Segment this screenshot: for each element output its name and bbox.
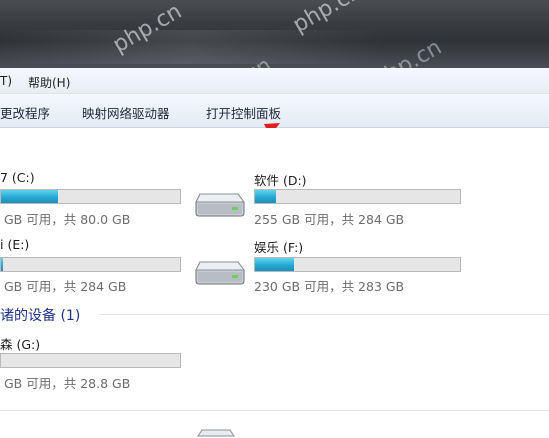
drive-usage-fill <box>1 258 3 271</box>
menu-tools[interactable]: T) <box>0 74 12 88</box>
drive-usage-fill <box>1 190 59 203</box>
window-title-bar <box>0 0 549 68</box>
drive-space-info: GB 可用，共 28.8 GB <box>4 376 131 391</box>
drive-usage-bar <box>0 189 181 204</box>
drive-usage-fill <box>255 258 294 271</box>
drive-icon-partial <box>197 429 235 437</box>
drive-space-info: GB 可用，共 80.0 GB <box>4 212 131 227</box>
removable-storage-heading[interactable]: 诸的设备 (1) <box>0 305 80 325</box>
drive-usage-bar <box>0 353 181 368</box>
drive-usage-bar <box>254 189 461 204</box>
change-program-button[interactable]: 更改程序 <box>0 103 50 122</box>
drive-space-info: 230 GB 可用，共 283 GB <box>254 279 405 294</box>
map-network-drive-button[interactable]: 映射网络驱动器 <box>82 103 170 122</box>
menu-bar: T) 帮助(H) <box>0 68 549 94</box>
drive-usage-fill <box>255 190 276 203</box>
drive-space-info: GB 可用，共 284 GB <box>4 279 127 294</box>
drive-label: i (E:) <box>0 237 30 252</box>
hard-drive-icon <box>195 261 245 285</box>
group-divider <box>0 410 549 411</box>
menu-help[interactable]: 帮助(H) <box>28 74 70 91</box>
drive-label: 娱乐 (F:) <box>254 240 304 255</box>
drive-usage-bar <box>0 257 181 272</box>
drive-label: 软件 (D:) <box>254 173 307 188</box>
drive-label: 森 (G:) <box>0 337 41 352</box>
drive-usage-bar <box>254 257 461 272</box>
hard-drive-icon <box>195 193 245 217</box>
drive-label: 7 (C:) <box>0 170 35 185</box>
drive-space-info: 255 GB 可用，共 284 GB <box>254 212 405 227</box>
group-divider <box>100 314 549 315</box>
computer-drives-pane: 7 (C:) GB 可用，共 80.0 GB 软件 (D:) 255 GB 可用… <box>0 128 549 437</box>
